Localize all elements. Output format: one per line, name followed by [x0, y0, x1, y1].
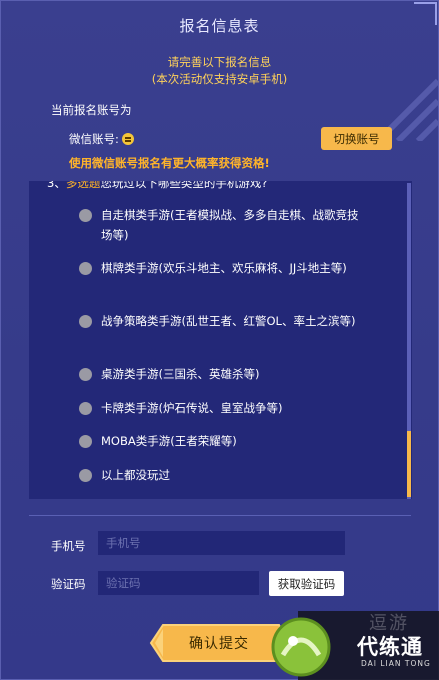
current-account-label: 当前报名账号为 [51, 103, 132, 117]
wechat-account-label: 微信账号: [69, 132, 119, 146]
option-label: 战争策略类手游(乱世王者、红警OL、率土之滨等) [101, 314, 356, 328]
code-label: 验证码 [51, 577, 86, 591]
option-item[interactable]: 桌游类手游(三国杀、英雄杀等) [79, 367, 369, 384]
option-item[interactable]: 卡牌类手游(炉石传说、皇室战争等) [79, 401, 369, 418]
option-item[interactable]: 以上都没玩过 [79, 468, 369, 485]
subtitle-line-1: 请完善以下报名信息 [167, 55, 272, 69]
watermark-subtext: DAI LIAN TONG [361, 659, 431, 668]
question-text: 您玩过以下哪些类型的手机游戏? [100, 181, 268, 190]
option-item[interactable]: 自走棋类手游(王者模拟战、多多自走棋、战歌竞技场等) [79, 208, 369, 245]
brand-logo-icon [271, 617, 331, 677]
scrollbar-thumb[interactable] [407, 431, 411, 497]
switch-account-button[interactable]: 切换账号 [321, 127, 392, 150]
get-code-button[interactable]: 获取验证码 [269, 571, 344, 596]
option-label: MOBA类手游(王者荣耀等) [101, 434, 237, 448]
watermark-brand: 代练通 [357, 635, 423, 659]
phone-input[interactable] [98, 531, 345, 555]
radio-button[interactable] [79, 209, 92, 222]
submit-label: 确认提交 [189, 636, 249, 652]
watermark: 逗游 代练通 DAI LIAN TONG [269, 611, 439, 680]
option-label: 自走棋类手游(王者模拟战、多多自走棋、战歌竞技场等) [101, 208, 359, 242]
option-label: 以上都没玩过 [101, 468, 170, 482]
question-title: 3、多选题您玩过以下哪些类型的手机游戏? [47, 181, 267, 191]
verification-code-input[interactable] [98, 571, 259, 595]
page-title: 报名信息表 [179, 17, 260, 35]
option-label: 桌游类手游(三国杀、英雄杀等) [101, 367, 260, 381]
radio-button[interactable] [79, 402, 92, 415]
wechat-account: 微信账号: [69, 131, 134, 147]
registration-panel: 报名信息表 请完善以下报名信息 (本次活动仅支持安卓手机) 当前报名账号为 微信… [0, 0, 439, 680]
option-item[interactable]: MOBA类手游(王者荣耀等) [79, 434, 369, 451]
subtitle-line-2: (本次活动仅支持安卓手机) [151, 72, 288, 86]
option-item[interactable]: 棋牌类手游(欢乐斗地主、欢乐麻将、JJ斗地主等) [79, 261, 369, 278]
question-number: 3、 [47, 181, 66, 190]
question-scroll-area[interactable]: 3、多选题您玩过以下哪些类型的手机游戏? 自走棋类手游(王者模拟战、多多自走棋、… [29, 181, 412, 499]
radio-button[interactable] [79, 262, 92, 275]
submit-button[interactable]: 确认提交 [149, 623, 289, 663]
radio-button[interactable] [79, 368, 92, 381]
question-tag: 多选题 [65, 181, 101, 190]
emoji-avatar-icon [121, 133, 134, 145]
option-label: 卡牌类手游(炉石传说、皇室战争等) [101, 401, 283, 415]
radio-button[interactable] [79, 469, 92, 482]
phone-label: 手机号 [51, 539, 86, 553]
option-label: 棋牌类手游(欢乐斗地主、欢乐麻将、JJ斗地主等) [101, 261, 347, 275]
wechat-hint: 使用微信账号报名有更大概率获得资格! [69, 156, 270, 170]
page-subtitle: 请完善以下报名信息 (本次活动仅支持安卓手机) [1, 54, 438, 88]
radio-button[interactable] [79, 315, 92, 328]
divider [29, 515, 411, 516]
radio-button[interactable] [79, 435, 92, 448]
option-item[interactable]: 战争策略类手游(乱世王者、红警OL、率土之滨等) [79, 314, 369, 331]
